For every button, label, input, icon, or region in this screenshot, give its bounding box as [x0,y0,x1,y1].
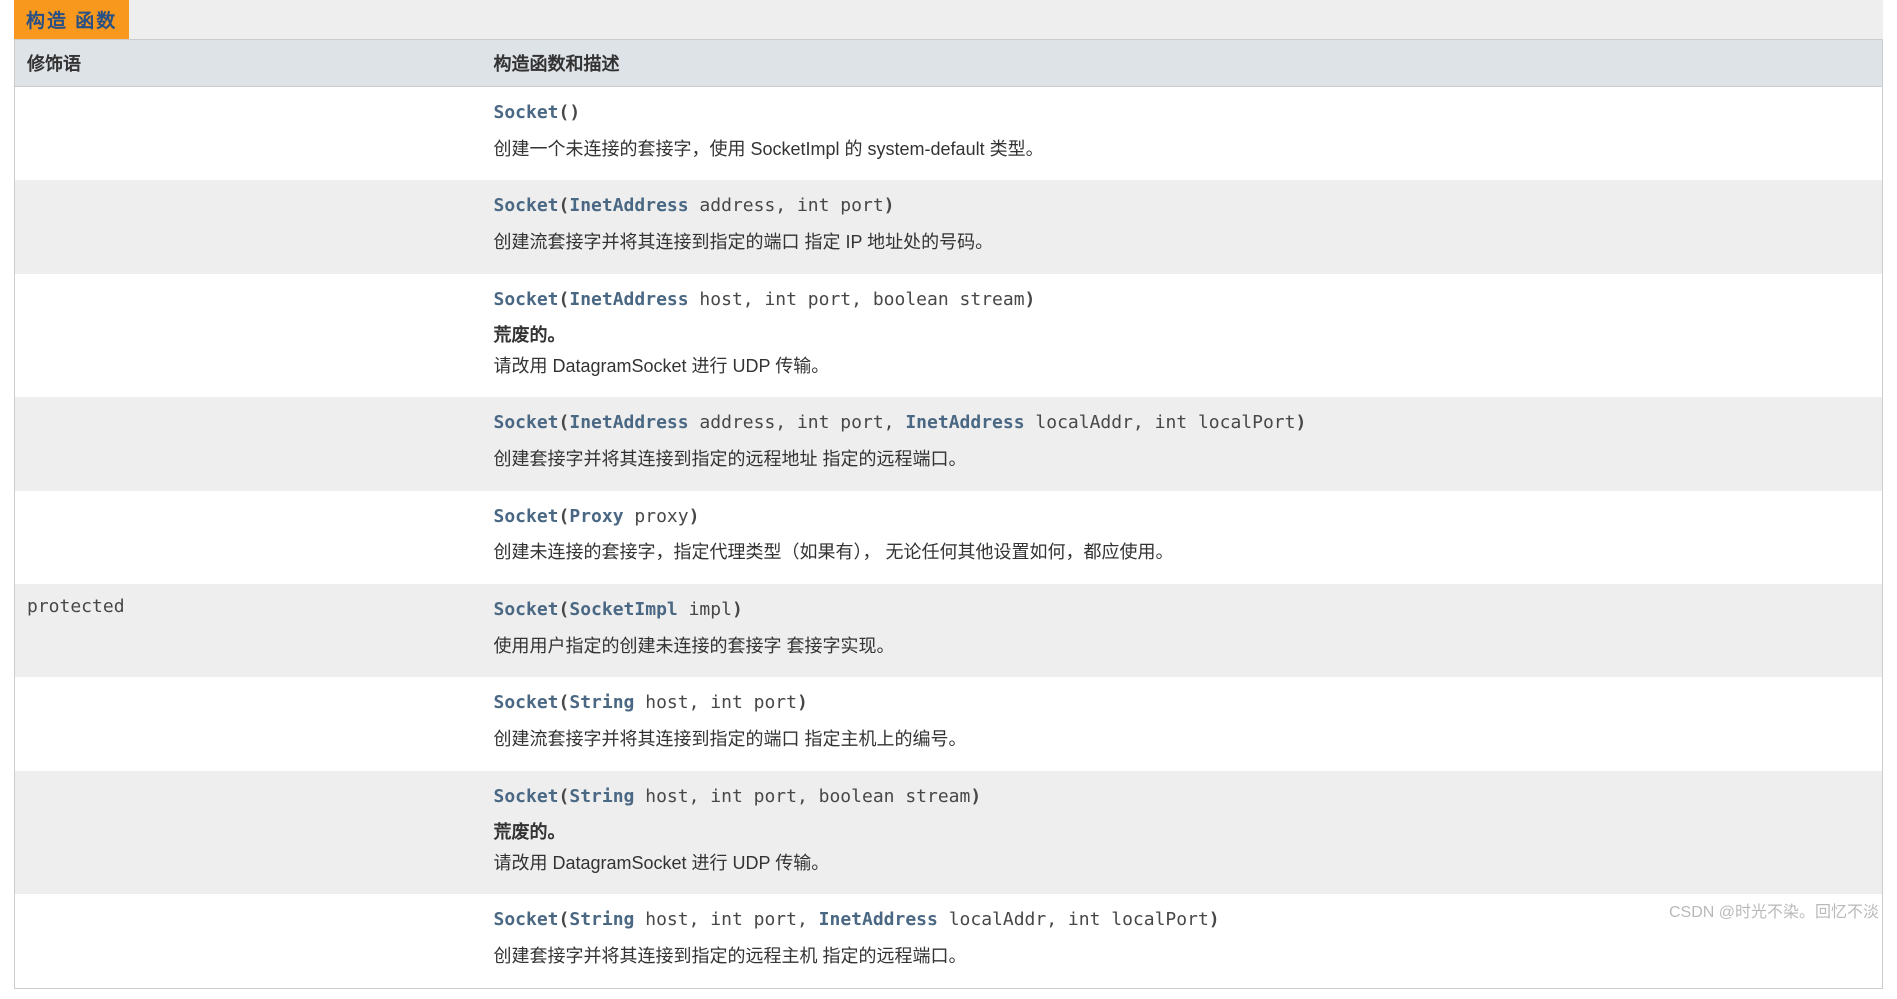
modifier-cell [15,771,482,894]
punct: ) [1025,289,1036,310]
punct: () [559,102,581,123]
type-link[interactable]: String [569,692,634,713]
description-cell: Socket(Proxy proxy) 创建未连接的套接字，指定代理类型（如果有）… [482,491,1883,584]
punct: ) [732,599,743,620]
description-cell: Socket() 创建一个未连接的套接字，使用 SocketImpl 的 syst… [482,87,1883,181]
param-text: host, int port [634,692,797,713]
punct: ( [559,412,570,433]
description-text: 创建未连接的套接字，指定代理类型（如果有）， 无论任何其他设置如何，都应使用。 [494,537,1871,568]
table-row: Socket(InetAddress address, int port) 创建流… [15,180,1883,273]
param-text: proxy [624,506,689,527]
param-text: address, int port, [689,412,906,433]
punct: ) [884,195,895,216]
description-text: 请改用 DatagramSocket 进行 UDP 传输。 [494,848,1871,879]
param-text: host, int port, boolean stream [689,289,1025,310]
section-heading-bar: 构造 函数 [14,0,1883,39]
param-text: host, int port, boolean stream [634,786,970,807]
constructor-signature: Socket(String host, int port, boolean st… [494,783,1871,812]
section-heading: 构造 函数 [14,0,129,39]
punct: ( [559,692,570,713]
modifier-cell [15,677,482,770]
param-text: localAddr, int localPort [1025,412,1296,433]
modifier-cell [15,180,482,273]
description-cell: Socket(String host, int port) 创建流套接字并将其连接… [482,677,1883,770]
table-row: Socket(InetAddress host, int port, boole… [15,274,1883,397]
param-text: impl [678,599,732,620]
table-row: protected Socket(SocketImpl impl) 使用用户指定的… [15,584,1883,677]
punct: ( [559,506,570,527]
table-row: Socket() 创建一个未连接的套接字，使用 SocketImpl 的 syst… [15,87,1883,181]
constructor-signature: Socket(InetAddress address, int port, In… [494,409,1871,438]
constructor-signature: Socket(InetAddress address, int port) [494,192,1871,221]
table-row: Socket(InetAddress address, int port, In… [15,397,1883,490]
punct: ) [970,786,981,807]
punct: ( [559,289,570,310]
param-text: address, int port [689,195,884,216]
modifier-cell [15,87,482,181]
description-text: 创建流套接字并将其连接到指定的端口 指定 IP 地址处的号码。 [494,227,1871,258]
constructor-signature: Socket(String host, int port, InetAddres… [494,906,1871,935]
constructor-signature: Socket(String host, int port) [494,689,1871,718]
modifier-cell [15,894,482,988]
description-cell: Socket(InetAddress address, int port, In… [482,397,1883,490]
punct: ) [1209,909,1220,930]
description-cell: Socket(InetAddress host, int port, boole… [482,274,1883,397]
punct: ( [559,599,570,620]
punct: ( [559,195,570,216]
modifier-cell [15,274,482,397]
table-row: Socket(Proxy proxy) 创建未连接的套接字，指定代理类型（如果有）… [15,491,1883,584]
method-link[interactable]: Socket [494,599,559,620]
method-link[interactable]: Socket [494,195,559,216]
description-text: 请改用 DatagramSocket 进行 UDP 传输。 [494,351,1871,382]
constructor-signature: Socket(InetAddress host, int port, boole… [494,286,1871,315]
description-text: 创建套接字并将其连接到指定的远程地址 指定的远程端口。 [494,444,1871,475]
method-link[interactable]: Socket [494,412,559,433]
description-text: 创建一个未连接的套接字，使用 SocketImpl 的 system-defau… [494,134,1871,165]
description-cell: Socket(SocketImpl impl) 使用用户指定的创建未连接的套接字 … [482,584,1883,677]
constructor-table: 修饰语 构造函数和描述 Socket()创建一个未连接的套接字，使用 Socke… [14,39,1883,989]
description-text: 创建流套接字并将其连接到指定的端口 指定主机上的编号。 [494,724,1871,755]
description-cell: Socket(String host, int port, InetAddres… [482,894,1883,988]
type-link[interactable]: String [569,909,634,930]
deprecated-label: 荒废的。 [494,818,1871,844]
modifier-cell [15,397,482,490]
description-text: 创建套接字并将其连接到指定的远程主机 指定的远程端口。 [494,941,1871,972]
method-link[interactable]: Socket [494,102,559,123]
column-description: 构造函数和描述 [482,40,1883,87]
punct: ) [689,506,700,527]
param-text: localAddr, int localPort [938,909,1209,930]
type-link[interactable]: String [569,786,634,807]
punct: ) [1296,412,1307,433]
constructor-signature: Socket(Proxy proxy) [494,503,1871,532]
modifier-cell: protected [15,584,482,677]
type-link[interactable]: Proxy [569,506,623,527]
method-link[interactable]: Socket [494,909,559,930]
table-row: Socket(String host, int port) 创建流套接字并将其连接… [15,677,1883,770]
table-row: Socket(String host, int port, InetAddres… [15,894,1883,988]
method-link[interactable]: Socket [494,289,559,310]
punct: ( [559,786,570,807]
type-link[interactable]: InetAddress [569,195,688,216]
description-cell: Socket(String host, int port, boolean st… [482,771,1883,894]
param-text: host, int port, [634,909,818,930]
column-modifier: 修饰语 [15,40,482,87]
type-link[interactable]: InetAddress [569,289,688,310]
table-row: Socket(String host, int port, boolean st… [15,771,1883,894]
description-cell: Socket(InetAddress address, int port) 创建流… [482,180,1883,273]
method-link[interactable]: Socket [494,786,559,807]
modifier-cell [15,491,482,584]
description-text: 使用用户指定的创建未连接的套接字 套接字实现。 [494,631,1871,662]
punct: ) [797,692,808,713]
type-link[interactable]: SocketImpl [569,599,677,620]
punct: ( [559,909,570,930]
constructor-signature: Socket() [494,99,1871,128]
type-link[interactable]: InetAddress [905,412,1024,433]
constructor-signature: Socket(SocketImpl impl) [494,596,1871,625]
deprecated-label: 荒废的。 [494,321,1871,347]
method-link[interactable]: Socket [494,692,559,713]
method-link[interactable]: Socket [494,506,559,527]
type-link[interactable]: InetAddress [569,412,688,433]
type-link[interactable]: InetAddress [819,909,938,930]
